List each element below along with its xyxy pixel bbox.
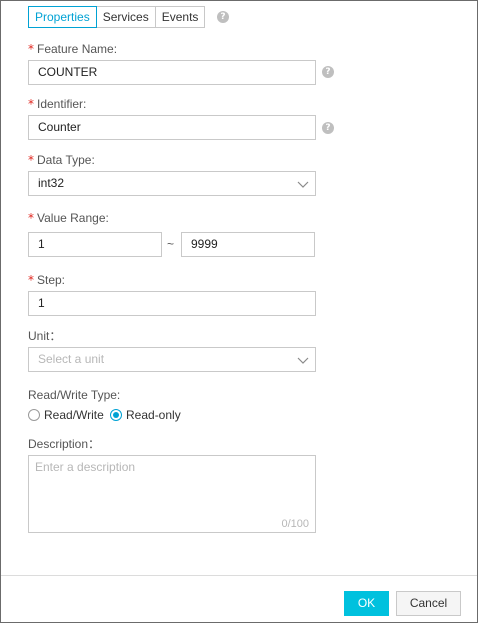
unit-label: Unit： <box>28 329 62 343</box>
chevron-down-icon <box>297 357 309 364</box>
tab-bar: Properties Services Events <box>28 6 206 28</box>
step-label: * Step: <box>28 273 66 287</box>
data-type-value: int32 <box>38 176 65 190</box>
range-separator: ~ <box>167 237 175 251</box>
value-range-max-input[interactable]: 9999 <box>181 232 315 257</box>
description-textarea[interactable]: Enter a description 0/100 <box>28 455 316 533</box>
required-mark: * <box>28 153 34 167</box>
feature-name-label: * Feature Name: <box>28 42 118 56</box>
identifier-input[interactable]: Counter <box>28 115 316 140</box>
radio-read-write-label[interactable]: Read/Write <box>44 408 104 422</box>
radio-read-only[interactable] <box>110 409 122 421</box>
data-type-label: * Data Type: <box>28 153 95 167</box>
identifier-label: * Identifier: <box>28 97 87 111</box>
value-range-label: * Value Range: <box>28 211 109 225</box>
cancel-button[interactable]: Cancel <box>396 591 461 616</box>
footer-divider <box>1 575 477 576</box>
question-circle-icon[interactable]: ? <box>322 66 334 78</box>
tab-services[interactable]: Services <box>95 6 156 28</box>
required-mark: * <box>28 42 34 56</box>
step-input[interactable]: 1 <box>28 291 316 316</box>
ok-button[interactable]: OK <box>344 591 389 616</box>
read-write-type-label: Read/Write Type: <box>28 388 121 402</box>
character-counter: 0/100 <box>281 518 309 530</box>
description-placeholder: Enter a description <box>35 460 136 474</box>
description-label: Description： <box>28 437 101 451</box>
unit-placeholder: Select a unit <box>38 352 105 366</box>
required-mark: * <box>28 273 34 287</box>
tab-events[interactable]: Events <box>154 6 206 28</box>
value-range-min-input[interactable]: 1 <box>28 232 162 257</box>
feature-name-input[interactable]: COUNTER <box>28 60 316 85</box>
radio-read-only-label[interactable]: Read-only <box>126 408 181 422</box>
required-mark: * <box>28 97 34 111</box>
question-circle-icon[interactable]: ? <box>217 11 229 23</box>
required-mark: * <box>28 211 34 225</box>
data-type-select[interactable]: int32 <box>28 171 316 196</box>
question-circle-icon[interactable]: ? <box>322 122 334 134</box>
tab-properties[interactable]: Properties <box>28 6 97 28</box>
unit-select[interactable]: Select a unit <box>28 347 316 372</box>
radio-read-write[interactable] <box>28 409 40 421</box>
chevron-down-icon <box>297 181 309 188</box>
